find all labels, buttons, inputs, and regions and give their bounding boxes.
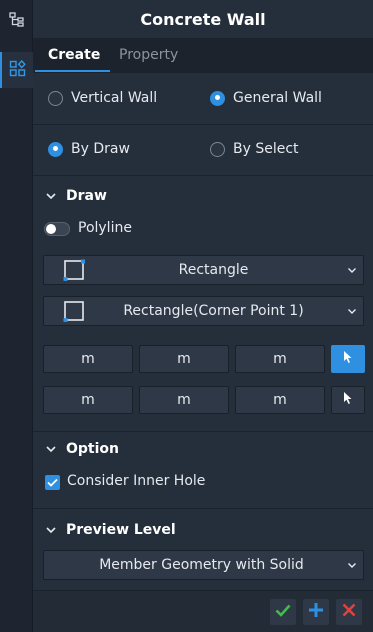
chevron-down-icon — [341, 308, 363, 315]
point-dropdown[interactable]: Rectangle(Corner Point 1) — [43, 296, 364, 326]
coord-z-field-2[interactable]: m — [235, 386, 325, 414]
radio-label: By Draw — [71, 141, 130, 157]
coord-y-field-2[interactable]: m — [139, 386, 229, 414]
close-icon — [342, 603, 356, 621]
plus-icon — [308, 602, 324, 622]
add-button[interactable] — [303, 599, 329, 625]
left-toolbar — [0, 0, 33, 632]
preview-level-dropdown[interactable]: Member Geometry with Solid — [43, 550, 364, 580]
draw-section: Draw Polyline Rectangle Rectangle(Corner… — [33, 175, 373, 430]
preview-level-header[interactable]: Preview Level — [33, 515, 373, 545]
section-title: Preview Level — [66, 522, 176, 538]
radio-button-selected[interactable] — [210, 90, 225, 106]
section-title: Option — [66, 441, 119, 457]
radio-button[interactable] — [210, 141, 225, 157]
pick-point-button-1[interactable] — [331, 345, 365, 373]
coord-z-field-1[interactable]: m — [235, 345, 325, 373]
chevron-down-icon — [341, 267, 363, 274]
dropdown-value: Rectangle(Corner Point 1) — [123, 303, 304, 319]
coord-x-field-1[interactable]: m — [43, 345, 133, 373]
polyline-label: Polyline — [78, 220, 132, 236]
grid-shapes-icon — [9, 59, 26, 81]
radio-label: General Wall — [233, 90, 322, 106]
method-group: By Draw By Select — [33, 124, 373, 174]
wall-type-group: Vertical Wall General Wall — [33, 72, 373, 124]
radio-vertical-wall[interactable]: Vertical Wall — [48, 88, 157, 108]
consider-inner-hole-checkbox[interactable] — [45, 475, 60, 490]
radio-general-wall[interactable]: General Wall — [210, 88, 322, 108]
draw-section-header[interactable]: Draw — [33, 181, 373, 211]
option-section: Option Consider Inner Hole — [33, 431, 373, 506]
consider-inner-hole-label: Consider Inner Hole — [67, 473, 206, 489]
coord-y-field-1[interactable]: m — [139, 345, 229, 373]
shape-dropdown[interactable]: Rectangle — [43, 255, 364, 285]
chevron-down-icon — [42, 192, 60, 200]
dropdown-value: Rectangle — [178, 262, 249, 278]
concrete-wall-panel: Concrete Wall Create Property Vertical W… — [33, 0, 373, 632]
tab-bar: Create Property — [33, 38, 373, 72]
rectangle-corner-icon — [62, 299, 86, 323]
apply-button[interactable] — [270, 599, 296, 625]
tab-property[interactable]: Property — [119, 38, 178, 72]
section-title: Draw — [66, 188, 107, 204]
dropdown-value: Member Geometry with Solid — [99, 557, 304, 573]
tree-view-button[interactable] — [0, 4, 33, 40]
checkmark-icon — [275, 604, 291, 621]
cursor-arrow-icon — [342, 350, 354, 368]
footer-actions — [33, 590, 373, 632]
cursor-arrow-icon — [342, 391, 354, 409]
rectangle-icon — [62, 258, 86, 282]
radio-button-selected[interactable] — [48, 141, 63, 157]
chevron-down-icon — [42, 445, 60, 453]
preview-level-section: Preview Level Member Geometry with Solid — [33, 508, 373, 590]
checkmark-icon — [47, 475, 58, 491]
cancel-button[interactable] — [336, 599, 362, 625]
chevron-down-icon — [341, 562, 363, 569]
tree-icon — [8, 12, 25, 32]
polyline-toggle[interactable] — [44, 222, 70, 236]
panel-title: Concrete Wall — [33, 0, 373, 38]
tab-create[interactable]: Create — [48, 38, 100, 72]
model-tools-button[interactable] — [0, 52, 33, 88]
radio-label: Vertical Wall — [71, 90, 158, 106]
option-section-header[interactable]: Option — [33, 434, 373, 464]
chevron-down-icon — [42, 526, 60, 534]
radio-by-draw[interactable]: By Draw — [48, 139, 130, 159]
radio-by-select[interactable]: By Select — [210, 139, 299, 159]
radio-label: By Select — [233, 141, 299, 157]
pick-point-button-2[interactable] — [331, 386, 365, 414]
radio-button[interactable] — [48, 90, 63, 106]
coord-x-field-2[interactable]: m — [43, 386, 133, 414]
